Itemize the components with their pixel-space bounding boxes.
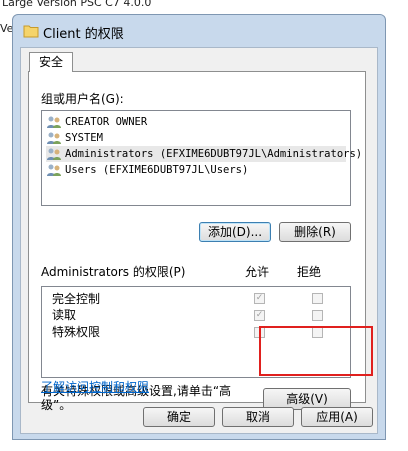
tab-security[interactable]: 安全 (29, 52, 73, 72)
permissions-for-label: Administrators 的权限(P) (41, 265, 186, 279)
title-bar[interactable]: Client 的权限 (13, 15, 385, 47)
users-icon (46, 147, 62, 161)
allow-checkbox[interactable]: ✓ (254, 310, 265, 321)
dialog-title: Client 的权限 (43, 27, 124, 42)
list-item[interactable]: CREATOR OWNER (46, 114, 147, 130)
user-name: Administrators (EFXIME6DUBT97JL\Administ… (65, 148, 363, 160)
permissions-dialog: Client 的权限 安全 组或用户名(G): CREATOR OWNER SY… (12, 14, 386, 440)
deny-checkbox[interactable] (312, 293, 323, 304)
list-item-selected[interactable]: Administrators (EFXIME6DUBT97JL\Administ… (46, 146, 362, 162)
allow-header: 允许 (245, 265, 270, 279)
user-name: CREATOR OWNER (65, 116, 148, 128)
background-window-text: Large Version PSC C7 4.0.0 (2, 0, 152, 9)
permission-name: 完全控制 (52, 292, 101, 306)
users-icon (46, 131, 62, 145)
remove-button[interactable]: 删除(R) (279, 222, 351, 242)
apply-button[interactable]: 应用(A) (301, 407, 373, 427)
list-item[interactable]: SYSTEM (46, 130, 103, 146)
learn-access-control-link[interactable]: 了解访问控制和权限 (41, 378, 149, 395)
deny-header: 拒绝 (297, 265, 322, 279)
list-item[interactable]: Users (EFXIME6DUBT97JL\Users) (46, 162, 248, 178)
folder-icon (23, 24, 39, 38)
ok-button[interactable]: 确定 (143, 407, 215, 427)
group-or-user-label: 组或用户名(G): (41, 92, 124, 106)
permission-name: 特殊权限 (52, 325, 101, 339)
cancel-button[interactable]: 取消 (222, 407, 294, 427)
users-icon (46, 163, 62, 177)
permission-name: 读取 (52, 308, 77, 322)
user-name: Users (EFXIME6DUBT97JL\Users) (65, 164, 249, 176)
user-name: SYSTEM (65, 132, 103, 144)
user-list[interactable]: CREATOR OWNER SYSTEM Administrators (EFX… (41, 110, 362, 206)
deny-checkbox[interactable] (312, 310, 323, 321)
add-button[interactable]: 添加(D)... (199, 222, 271, 242)
users-icon (46, 115, 62, 129)
allow-checkbox[interactable]: ✓ (254, 293, 265, 304)
highlight-box (259, 326, 373, 376)
